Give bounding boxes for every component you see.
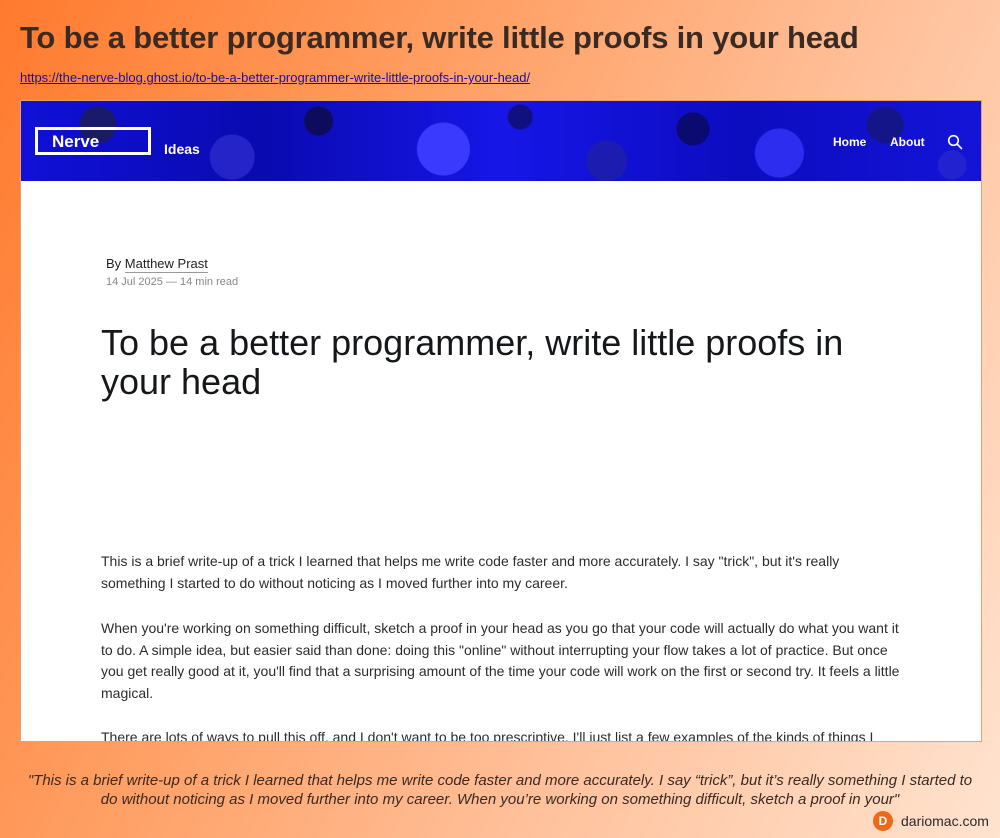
- byline-prefix: By: [106, 256, 122, 271]
- credit-logo-icon: D: [873, 811, 893, 831]
- article-paragraph: There are lots of ways to pull this off,…: [101, 729, 874, 742]
- article-paragraph: This is a brief write-up of a trick I le…: [101, 553, 840, 591]
- article-screenshot: Nerve Ideas Home About By Matthew Prast …: [20, 100, 982, 742]
- search-icon[interactable]: [947, 134, 963, 150]
- logo-subtitle[interactable]: Ideas: [164, 141, 200, 157]
- byline: By Matthew Prast: [106, 256, 208, 273]
- logo-text: Nerve: [52, 132, 100, 151]
- author-link[interactable]: Matthew Prast: [124, 256, 208, 273]
- post-meta: 14 Jul 2025 — 14 min read: [106, 276, 239, 288]
- nav-home-link[interactable]: Home: [833, 135, 866, 149]
- page-title: To be a better programmer, write little …: [20, 20, 859, 55]
- credit-text: dariomac.com: [901, 813, 989, 829]
- source-link[interactable]: https://the-nerve-blog.ghost.io/to-be-a-…: [20, 70, 530, 85]
- credit: D dariomac.com: [873, 811, 989, 831]
- pull-quote: "This is a brief write-up of a trick I l…: [27, 772, 973, 808]
- site-logo[interactable]: Nerve: [35, 127, 151, 155]
- nav-about-link[interactable]: About: [890, 135, 925, 149]
- site-header: Nerve Ideas Home About: [21, 101, 981, 181]
- article-paragraph: When you're working on something difficu…: [101, 620, 900, 701]
- article-title: To be a better programmer, write little …: [101, 322, 844, 402]
